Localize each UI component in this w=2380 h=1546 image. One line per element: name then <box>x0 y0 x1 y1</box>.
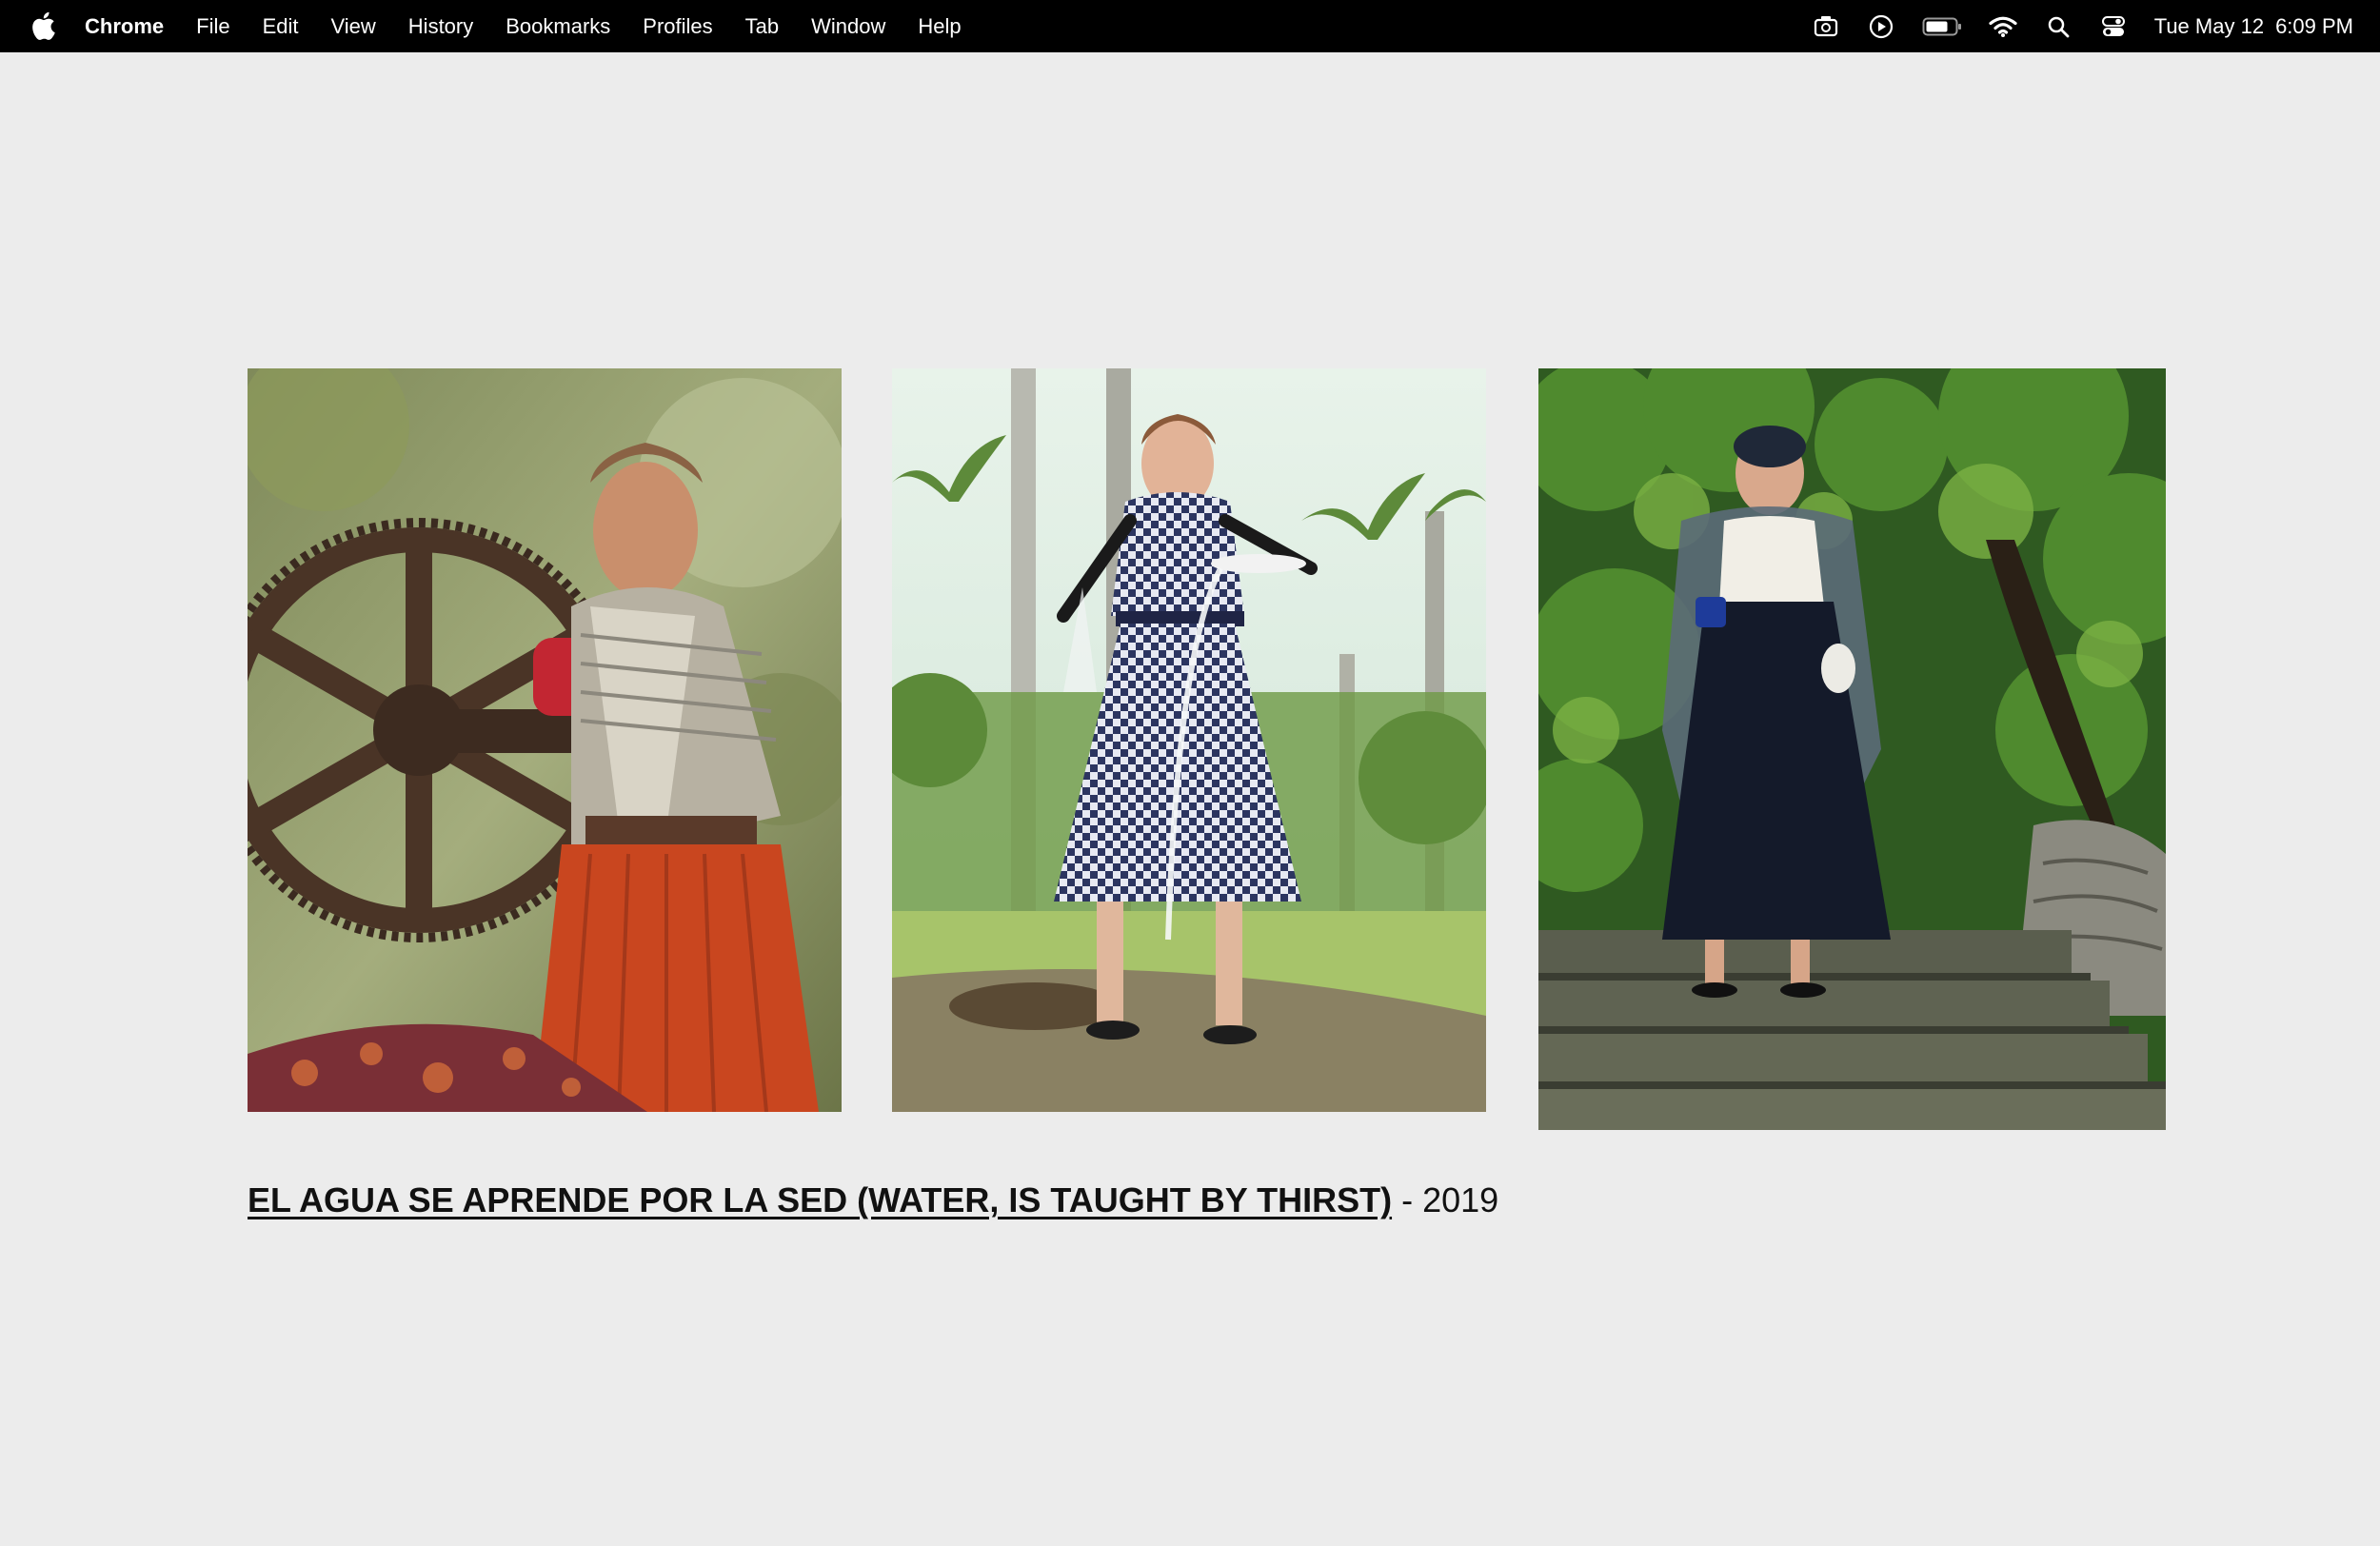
artwork-photo-3[interactable] <box>1538 368 2166 1130</box>
menu-tab[interactable]: Tab <box>745 14 779 39</box>
menu-edit[interactable]: Edit <box>263 14 299 39</box>
menu-profiles[interactable]: Profiles <box>643 14 712 39</box>
apple-logo-icon[interactable] <box>30 11 55 40</box>
menu-view[interactable]: View <box>331 14 376 39</box>
clock-time: 6:09 PM <box>2275 13 2353 38</box>
palm-scene-image <box>892 368 1486 1112</box>
battery-icon[interactable] <box>1922 12 1962 41</box>
play-circle-icon[interactable] <box>1867 12 1895 41</box>
menu-items: Chrome File Edit View History Bookmarks … <box>85 0 994 52</box>
menu-window[interactable]: Window <box>811 14 885 39</box>
artwork-photo-1[interactable] <box>248 368 842 1112</box>
gear-wheel-scene-image <box>248 368 842 1112</box>
artwork-photo-2[interactable] <box>892 368 1486 1112</box>
artwork-title-link[interactable]: EL AGUA SE APRENDE POR LA SED (WATER, IS… <box>248 1180 1392 1219</box>
menubar-clock[interactable]: Tue May 12 6:09 PM <box>2154 14 2353 39</box>
menu-app-name[interactable]: Chrome <box>85 14 164 39</box>
search-icon[interactable] <box>2044 12 2073 41</box>
clock-date: Tue May 12 <box>2153 13 2265 38</box>
status-area: Tue May 12 6:09 PM <box>1812 0 2380 52</box>
stone-steps-scene-image <box>1538 368 2166 1130</box>
menu-history[interactable]: History <box>408 14 473 39</box>
menu-file[interactable]: File <box>196 14 229 39</box>
artwork-year: - 2019 <box>1401 1180 1499 1219</box>
menu-bookmarks[interactable]: Bookmarks <box>506 14 610 39</box>
control-center-icon[interactable] <box>2099 12 2128 41</box>
artwork-caption: EL AGUA SE APRENDE POR LA SED (WATER, IS… <box>248 1180 1498 1220</box>
screen-recording-icon[interactable] <box>1812 12 1840 41</box>
menu-bar: Chrome File Edit View History Bookmarks … <box>0 0 2380 52</box>
wifi-icon[interactable] <box>1989 12 2017 41</box>
menu-help[interactable]: Help <box>918 14 961 39</box>
